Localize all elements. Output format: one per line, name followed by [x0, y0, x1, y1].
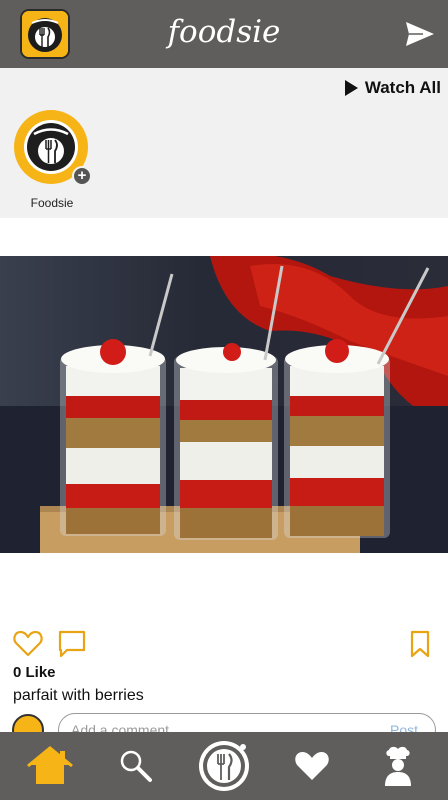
- nav-favorites[interactable]: [284, 732, 340, 800]
- add-story-icon[interactable]: +: [72, 166, 92, 186]
- app-title: foodsie: [167, 14, 281, 50]
- like-heart-icon[interactable]: [13, 630, 43, 657]
- nav-profile[interactable]: [370, 732, 426, 800]
- nav-search[interactable]: [108, 732, 164, 800]
- plate-cutlery-icon: [199, 741, 249, 791]
- post-caption: parfait with berries: [13, 687, 144, 704]
- likes-count: 0 Like: [13, 664, 56, 681]
- comment-input[interactable]: [58, 713, 436, 734]
- chef-icon: [385, 746, 411, 786]
- stories-bar: Watch All + Foodsie: [0, 68, 448, 218]
- watch-all-label: Watch All: [364, 78, 441, 97]
- play-icon: [344, 80, 358, 96]
- comment-icon[interactable]: [58, 630, 86, 658]
- watch-all-button[interactable]: Watch All: [344, 78, 441, 98]
- story-item-foodsie[interactable]: + Foodsie: [14, 108, 92, 212]
- send-icon[interactable]: [405, 21, 435, 47]
- post-image[interactable]: [0, 256, 448, 553]
- user-avatar: [12, 714, 44, 734]
- story-label: Foodsie: [30, 196, 74, 210]
- nav-home[interactable]: [22, 732, 78, 800]
- heart-icon: [295, 752, 329, 780]
- search-icon: [120, 750, 152, 782]
- bookmark-icon[interactable]: [410, 630, 430, 658]
- bottom-nav: [0, 732, 448, 800]
- home-icon: [27, 746, 73, 784]
- comment-row: Post: [0, 712, 448, 734]
- top-bar: foodsie: [0, 0, 448, 68]
- post-actions: [0, 628, 448, 660]
- nav-create[interactable]: [196, 732, 252, 800]
